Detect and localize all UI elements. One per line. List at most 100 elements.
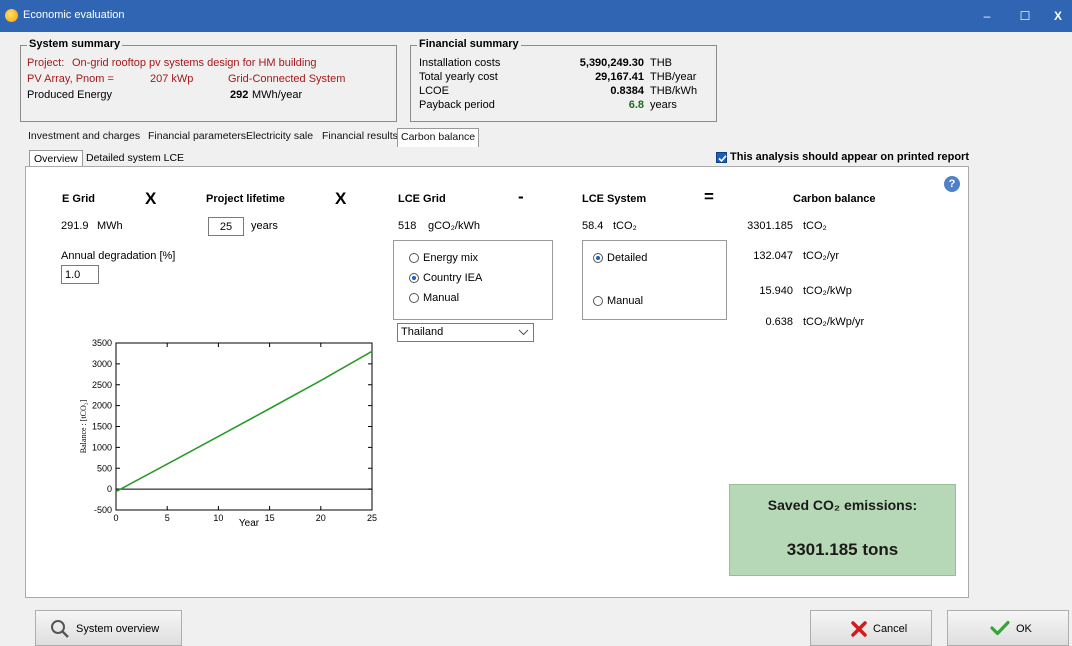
financial-row-label: Total yearly cost	[419, 71, 498, 83]
tab-carbon-balance[interactable]: Carbon balance	[397, 128, 480, 147]
cancel-button[interactable]: Cancel	[810, 610, 932, 646]
y-axis-label: Balance : [tCO₂]	[79, 399, 88, 453]
y-tick-label: 3000	[92, 359, 112, 369]
lifetime-unit: years	[251, 220, 278, 232]
ok-label: OK	[1016, 623, 1032, 635]
egrid-value: 291.9	[61, 220, 89, 232]
produced-energy-value: 292	[230, 89, 249, 101]
degradation-label: Annual degradation [%]	[61, 250, 176, 262]
multiply-operator-1: X	[145, 189, 157, 208]
system-summary-group: System summary Project: On-grid rooftop …	[20, 38, 397, 122]
carbon-balance-header: Carbon balance	[793, 193, 876, 205]
egrid-unit: MWh	[97, 220, 123, 232]
country-select[interactable]: Thailand	[397, 323, 534, 342]
financial-row-value: 29,167.41	[595, 71, 644, 83]
financial-row-value: 5,390,249.30	[579, 57, 644, 69]
x-tick-label: 20	[316, 513, 326, 523]
lce-system-header: LCE System	[582, 193, 647, 205]
financial-row-unit: THB/kWh	[650, 85, 698, 97]
financial-row-unit: THB/year	[650, 71, 697, 83]
y-tick-label: 0	[107, 484, 112, 494]
search-icon	[51, 620, 69, 638]
lce-grid-unit: gCO₂/kWh	[428, 220, 480, 232]
egrid-header: E Grid	[62, 193, 96, 205]
pv-array-value: 207 kWp	[150, 73, 194, 85]
radio-grid-manual[interactable]	[409, 293, 419, 303]
system-manual-label: Manual	[607, 295, 644, 307]
tab-electricity-sale[interactable]: Electricity sale	[243, 128, 316, 146]
ok-button[interactable]: OK	[947, 610, 1069, 646]
radio-country-iea[interactable]	[409, 273, 419, 283]
x-axis-label: Year	[239, 518, 260, 529]
minimize-button[interactable]: –	[970, 0, 1004, 32]
print-report-label: This analysis should appear on printed r…	[730, 151, 969, 163]
financial-summary-group: Financial summary Installation costs 5,39…	[410, 38, 717, 122]
tab-financial-parameters[interactable]: Financial parameters	[145, 128, 249, 146]
system-summary-legend: System summary	[27, 38, 123, 50]
energy-mix-label: Energy mix	[423, 252, 479, 264]
close-button[interactable]: X	[1044, 0, 1072, 32]
financial-row-label: Payback period	[419, 99, 495, 111]
lce-system-value: 58.4	[582, 220, 604, 232]
degradation-input[interactable]	[61, 265, 99, 284]
saved-emissions-box: Saved CO₂ emissions: 3301.185 tons	[729, 484, 956, 576]
lifetime-header: Project lifetime	[206, 193, 285, 205]
radio-system-manual[interactable]	[593, 296, 603, 306]
equals-operator: =	[704, 187, 714, 206]
x-tick-label: 0	[113, 513, 118, 523]
lce-system-unit: tCO₂	[613, 220, 637, 232]
carbon-balance-unit: tCO₂	[803, 220, 827, 232]
y-tick-label: 1000	[92, 442, 112, 452]
app-icon	[5, 9, 18, 22]
produced-energy-unit: MWh/year	[252, 89, 303, 101]
carbon-balance-chart: -50005001000150020002500300035000 5 10 15 20…	[79, 338, 377, 529]
chart-plot-area	[115, 342, 373, 511]
carbon-balance-value: 0.638	[765, 316, 793, 328]
window-title: Economic evaluation	[23, 9, 125, 21]
multiply-operator-2: X	[335, 189, 347, 208]
project-value: On-grid rooftop pv systems design for HM…	[72, 57, 317, 69]
financial-summary-legend: Financial summary	[417, 38, 521, 50]
financial-row-label: LCOE	[419, 85, 449, 97]
maximize-button[interactable]: ☐	[1008, 0, 1042, 32]
carbon-balance-value: 15.940	[759, 285, 793, 297]
project-label: Project:	[27, 57, 65, 69]
saved-emissions-title: Saved CO₂ emissions:	[767, 497, 918, 513]
carbon-balance-unit: tCO₂/yr	[803, 250, 840, 262]
cancel-x-icon	[851, 621, 867, 637]
financial-row-unit: years	[650, 99, 677, 111]
financial-row-value: 0.8384	[610, 85, 644, 97]
print-report-checkbox[interactable]	[716, 152, 727, 163]
checkmark-icon	[718, 155, 727, 163]
help-icon[interactable]: ?	[944, 176, 960, 192]
lce-grid-header: LCE Grid	[398, 193, 446, 205]
radio-detailed[interactable]	[593, 253, 603, 263]
economic-evaluation-window: Economic evaluation – ☐ X System summary…	[0, 0, 1072, 646]
pv-array-label: PV Array, Pnom =	[27, 73, 114, 85]
y-tick-label: 2000	[92, 401, 112, 411]
lifetime-input[interactable]	[208, 217, 244, 236]
grid-options-frame: Energy mix Country IEA Manual	[393, 240, 553, 320]
minus-operator: -	[518, 187, 524, 206]
system-options-frame: Detailed Manual	[582, 240, 727, 320]
country-select-value: Thailand	[401, 326, 444, 338]
detailed-label: Detailed	[607, 252, 648, 264]
carbon-balance-unit: tCO₂/kWp/yr	[803, 316, 865, 328]
country-iea-label: Country IEA	[423, 272, 483, 284]
title-bar: Economic evaluation – ☐ X	[0, 0, 1072, 32]
carbon-balance-value: 3301.185	[747, 220, 793, 232]
y-tick-label: 3500	[92, 338, 112, 348]
radio-energy-mix[interactable]	[409, 253, 419, 263]
y-tick-label: 1500	[92, 422, 112, 432]
carbon-balance-unit: tCO₂/kWp	[803, 285, 852, 297]
produced-energy-label: Produced Energy	[27, 89, 112, 101]
lce-grid-value: 518	[398, 220, 417, 232]
y-tick-label: 500	[97, 463, 112, 473]
system-overview-button[interactable]: System overview	[35, 610, 182, 646]
subtab-detailed-lce[interactable]: Detailed system LCE	[82, 150, 188, 167]
financial-row-label: Installation costs	[419, 57, 501, 69]
grid-manual-label: Manual	[423, 292, 460, 304]
tab-investment[interactable]: Investment and charges	[25, 128, 143, 146]
cancel-label: Cancel	[873, 623, 908, 635]
tab-financial-results[interactable]: Financial results	[319, 128, 401, 146]
